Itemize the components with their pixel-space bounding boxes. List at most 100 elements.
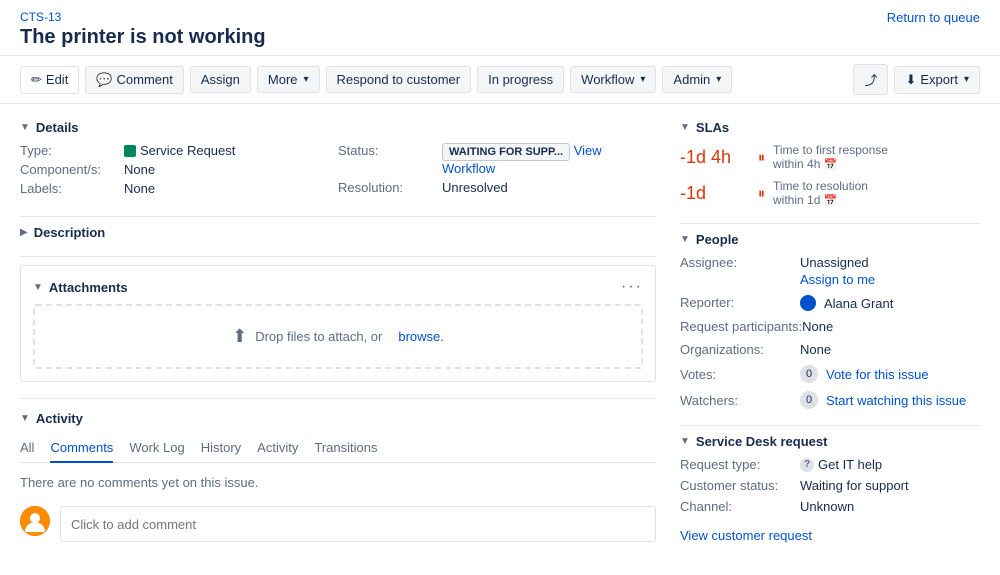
labels-value: None	[124, 181, 155, 196]
workflow-button[interactable]: Workflow ▾	[570, 66, 656, 93]
tab-history[interactable]: History	[201, 434, 241, 463]
return-to-queue-link[interactable]: Return to queue	[887, 10, 980, 25]
resolution-row: Resolution: Unresolved	[338, 180, 656, 195]
tab-work-log[interactable]: Work Log	[129, 434, 184, 463]
more-dropdown-arrow: ▾	[304, 74, 309, 85]
assignee-row: Assignee: Unassigned Assign to me	[680, 255, 980, 287]
comment-input[interactable]	[60, 506, 656, 542]
customer-status-label: Customer status:	[680, 478, 800, 493]
toolbar: ✏ Edit 💬 Comment Assign More ▾ Respond t…	[0, 56, 1000, 104]
issue-id[interactable]: CTS-13	[20, 10, 266, 24]
votes-value: 0 Vote for this issue	[800, 365, 929, 383]
assign-button[interactable]: Assign	[190, 66, 251, 93]
assignee-value: Unassigned Assign to me	[800, 255, 875, 287]
description-header[interactable]: ▶ Description	[20, 225, 656, 240]
workflow-dropdown-arrow: ▾	[640, 74, 645, 85]
description-chevron: ▶	[20, 227, 28, 238]
details-grid: Type: Service Request Component/s: None …	[20, 143, 656, 200]
top-bar: CTS-13 The printer is not working Return…	[0, 0, 1000, 56]
reporter-avatar	[800, 295, 816, 311]
sla-desc-1: Time to first response within 4h 📅	[773, 143, 888, 171]
respond-customer-button[interactable]: Respond to customer	[326, 66, 472, 93]
status-label: Status:	[338, 143, 438, 158]
admin-dropdown-arrow: ▾	[716, 74, 721, 85]
details-header[interactable]: ▼ Details	[20, 120, 656, 135]
tab-transitions[interactable]: Transitions	[314, 434, 377, 463]
description-title: Description	[34, 225, 106, 240]
watch-link[interactable]: Start watching this issue	[826, 393, 966, 408]
service-desk-title: ▼ Service Desk request	[680, 434, 980, 449]
attachments-title: Attachments	[49, 280, 128, 295]
component-value: None	[124, 162, 155, 177]
service-desk-chevron: ▼	[680, 436, 690, 447]
customer-status-row: Customer status: Waiting for support	[680, 478, 980, 493]
attachments-header-left: ▼ Attachments	[33, 280, 128, 295]
activity-header[interactable]: ▼ Activity	[20, 411, 656, 426]
labels-label: Labels:	[20, 181, 120, 196]
sla-pause-icon-1: ⏸	[758, 149, 765, 166]
main-content: ▼ Details Type: Service Request Componen…	[0, 104, 1000, 575]
admin-button[interactable]: Admin ▾	[662, 66, 732, 93]
watchers-label: Watchers:	[680, 393, 800, 408]
sla-row-2: -1d ⏸ Time to resolution within 1d 📅	[680, 179, 980, 207]
tab-all[interactable]: All	[20, 434, 34, 463]
details-title: Details	[36, 120, 79, 135]
browse-link[interactable]: browse.	[398, 329, 444, 344]
attachments-chevron: ▼	[33, 282, 43, 293]
labels-row: Labels: None	[20, 181, 338, 196]
type-row: Type: Service Request	[20, 143, 338, 158]
left-panel: ▼ Details Type: Service Request Componen…	[20, 120, 656, 559]
activity-title: Activity	[36, 411, 83, 426]
type-value: Service Request	[124, 143, 235, 158]
status-value: WAITING FOR SUPP... View Workflow	[442, 143, 656, 176]
more-button[interactable]: More ▾	[257, 66, 320, 93]
sla-pause-icon-2: ⏸	[758, 185, 765, 202]
status-row: Status: WAITING FOR SUPP... View Workflo…	[338, 143, 656, 176]
sla-section: ▼ SLAs -1d 4h ⏸ Time to first response w…	[680, 120, 980, 207]
people-chevron: ▼	[680, 234, 690, 245]
sla-calendar-1[interactable]: 📅	[824, 159, 838, 171]
attachments-section: ▼ Attachments ··· ⬆ Drop files to attach…	[20, 265, 656, 382]
request-type-row: Request type: ? Get IT help	[680, 457, 980, 472]
comment-button[interactable]: 💬 Comment	[85, 66, 184, 94]
service-request-icon	[124, 145, 136, 157]
request-type-label: Request type:	[680, 457, 800, 472]
watchers-value: 0 Start watching this issue	[800, 391, 966, 409]
sla-title: ▼ SLAs	[680, 120, 980, 135]
export-button[interactable]: ⬇ Export ▾	[894, 66, 980, 94]
sla-calendar-2[interactable]: 📅	[824, 195, 838, 207]
reporter-label: Reporter:	[680, 295, 800, 310]
organizations-label: Organizations:	[680, 342, 800, 357]
top-bar-left: CTS-13 The printer is not working	[20, 10, 266, 49]
details-section: ▼ Details Type: Service Request Componen…	[20, 120, 656, 200]
activity-tabs: All Comments Work Log History Activity T…	[20, 434, 656, 463]
request-participants-label: Request participants:	[680, 319, 802, 334]
share-icon: ⤴	[864, 70, 877, 89]
assign-to-me-link[interactable]: Assign to me	[800, 272, 875, 287]
people-section: ▼ People Assignee: Unassigned Assign to …	[680, 232, 980, 409]
right-panel: ▼ SLAs -1d 4h ⏸ Time to first response w…	[680, 120, 980, 559]
drop-text: Drop files to attach, or	[255, 329, 382, 344]
in-progress-button[interactable]: In progress	[477, 66, 564, 93]
assignee-label: Assignee:	[680, 255, 800, 270]
reporter-value: Alana Grant	[800, 295, 893, 311]
share-button[interactable]: ⤴	[853, 64, 888, 95]
view-customer-link[interactable]: View customer request	[680, 528, 812, 543]
file-drop-zone[interactable]: ⬆ Drop files to attach, or browse.	[33, 304, 643, 369]
tab-activity[interactable]: Activity	[257, 434, 298, 463]
resolution-value: Unresolved	[442, 180, 508, 195]
vote-link[interactable]: Vote for this issue	[826, 367, 929, 382]
attachments-header: ▼ Attachments ···	[33, 278, 643, 296]
tab-comments[interactable]: Comments	[50, 434, 113, 463]
upload-icon: ⬆	[232, 326, 247, 347]
votes-label: Votes:	[680, 367, 800, 382]
question-icon: ?	[800, 458, 814, 472]
service-desk-section: ▼ Service Desk request Request type: ? G…	[680, 434, 980, 543]
description-section: ▶ Description	[20, 225, 656, 240]
request-type-value: ? Get IT help	[800, 457, 882, 472]
channel-label: Channel:	[680, 499, 800, 514]
edit-button[interactable]: ✏ Edit	[20, 66, 79, 94]
attachments-more-button[interactable]: ···	[621, 278, 643, 296]
sla-time-1: -1d 4h	[680, 147, 750, 168]
component-row: Component/s: None	[20, 162, 338, 177]
